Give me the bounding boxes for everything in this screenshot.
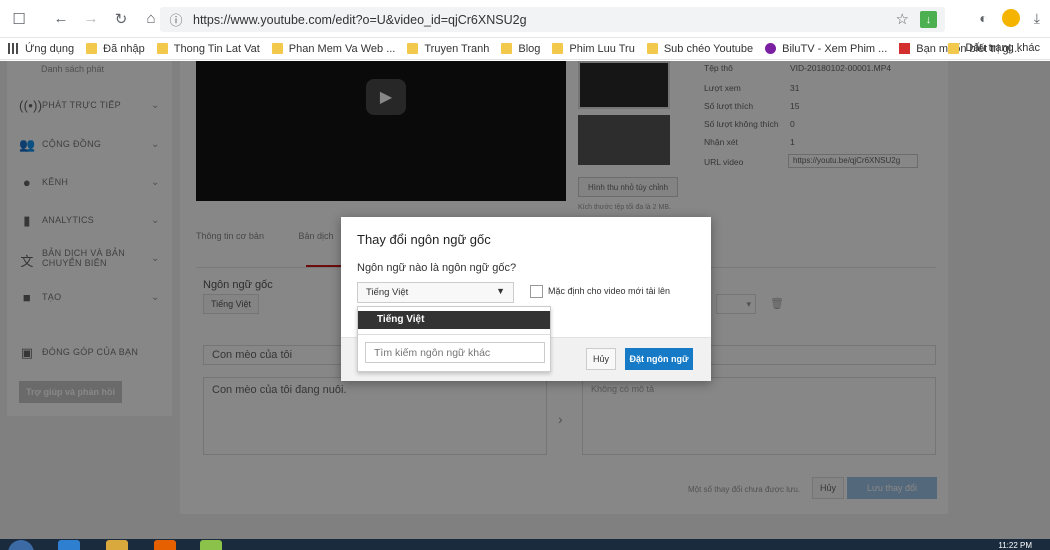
downloads-icon[interactable]: ⤓ bbox=[1034, 10, 1040, 27]
default-language-label: Mặc định cho video mới tải lên bbox=[548, 286, 670, 296]
dialog-title: Thay đổi ngôn ngữ gốc bbox=[357, 232, 491, 247]
bookmark-item[interactable]: BiluTV - Xem Phim ... bbox=[765, 43, 887, 55]
apps-icon bbox=[8, 43, 19, 54]
window-icon[interactable]: ☐ bbox=[8, 8, 30, 30]
windows-taskbar: 11:22 PM bbox=[0, 539, 1050, 550]
folder-icon bbox=[948, 42, 960, 54]
folder-icon bbox=[501, 43, 513, 54]
bookmark-item[interactable]: Phan Mem Va Web ... bbox=[271, 43, 395, 55]
back-icon[interactable]: ← bbox=[50, 8, 72, 30]
dialog-question: Ngôn ngữ nào là ngôn ngữ gốc? bbox=[357, 262, 517, 274]
site-icon bbox=[899, 43, 911, 54]
caret-down-icon: ▼ bbox=[496, 286, 505, 296]
set-language-button[interactable]: Đặt ngôn ngữ bbox=[625, 348, 693, 370]
info-icon[interactable]: ⓘ bbox=[167, 11, 185, 29]
reload-icon[interactable]: ↻ bbox=[110, 8, 132, 30]
bookmark-item[interactable]: Truyen Tranh bbox=[407, 43, 489, 55]
default-language-checkbox[interactable] bbox=[530, 285, 543, 298]
address-bar[interactable]: ⓘ https://www.youtube.com/edit?o=U&video… bbox=[160, 7, 945, 32]
bookmark-item[interactable]: Phim Luu Tru bbox=[552, 43, 635, 55]
firefox-icon[interactable] bbox=[154, 540, 176, 550]
home-icon[interactable]: ⌂ bbox=[140, 8, 162, 30]
folder-icon bbox=[271, 43, 283, 54]
ie-icon[interactable] bbox=[58, 540, 80, 550]
folder-icon bbox=[646, 43, 658, 54]
browser-toolbar: ☐ ← → ↻ ⌂ ⓘ https://www.youtube.com/edit… bbox=[0, 0, 1050, 38]
dropdown-divider bbox=[358, 334, 550, 335]
explorer-icon[interactable] bbox=[106, 540, 128, 550]
bookmark-item[interactable]: Đã nhập bbox=[86, 43, 145, 55]
bilutv-icon bbox=[765, 43, 777, 54]
dropdown-option-selected[interactable]: Tiếng Việt bbox=[358, 311, 550, 329]
forward-icon[interactable]: → bbox=[80, 8, 102, 30]
other-bookmarks[interactable]: Dấu trang khác bbox=[948, 42, 1040, 54]
dialog-cancel-button[interactable]: Hủy bbox=[586, 348, 616, 370]
bookmark-star-icon[interactable]: ☆ bbox=[896, 10, 909, 28]
app-icon[interactable] bbox=[200, 540, 222, 550]
bookmark-item[interactable]: Thong Tin Lat Vat bbox=[156, 43, 260, 55]
folder-icon bbox=[407, 43, 419, 54]
url-text[interactable]: https://www.youtube.com/edit?o=U&video_i… bbox=[193, 13, 527, 27]
extension-icon[interactable]: ◐ bbox=[979, 10, 987, 26]
folder-icon bbox=[156, 43, 168, 54]
language-search-input[interactable] bbox=[365, 342, 545, 363]
language-dropdown: Tiếng Việt bbox=[357, 306, 551, 372]
bookmark-apps[interactable]: Ứng dụng bbox=[8, 43, 74, 55]
bookmark-item[interactable]: Sub chéo Youtube bbox=[646, 43, 753, 55]
folder-icon bbox=[86, 43, 98, 54]
language-select[interactable]: Tiếng Việt ▼ bbox=[357, 282, 514, 303]
profile-avatar-icon[interactable] bbox=[1001, 9, 1020, 27]
download-extension-icon[interactable]: ↓ bbox=[920, 11, 937, 28]
taskbar-clock: 11:22 PM bbox=[998, 541, 1032, 550]
folder-icon bbox=[552, 43, 564, 54]
bookmarks-bar: Ứng dụng Đã nhập Thong Tin Lat Vat Phan … bbox=[0, 38, 1050, 60]
start-icon[interactable] bbox=[8, 540, 34, 550]
bookmark-item[interactable]: Blog bbox=[501, 43, 540, 55]
browser-extensions: ◐ ⤓ bbox=[979, 9, 1040, 27]
